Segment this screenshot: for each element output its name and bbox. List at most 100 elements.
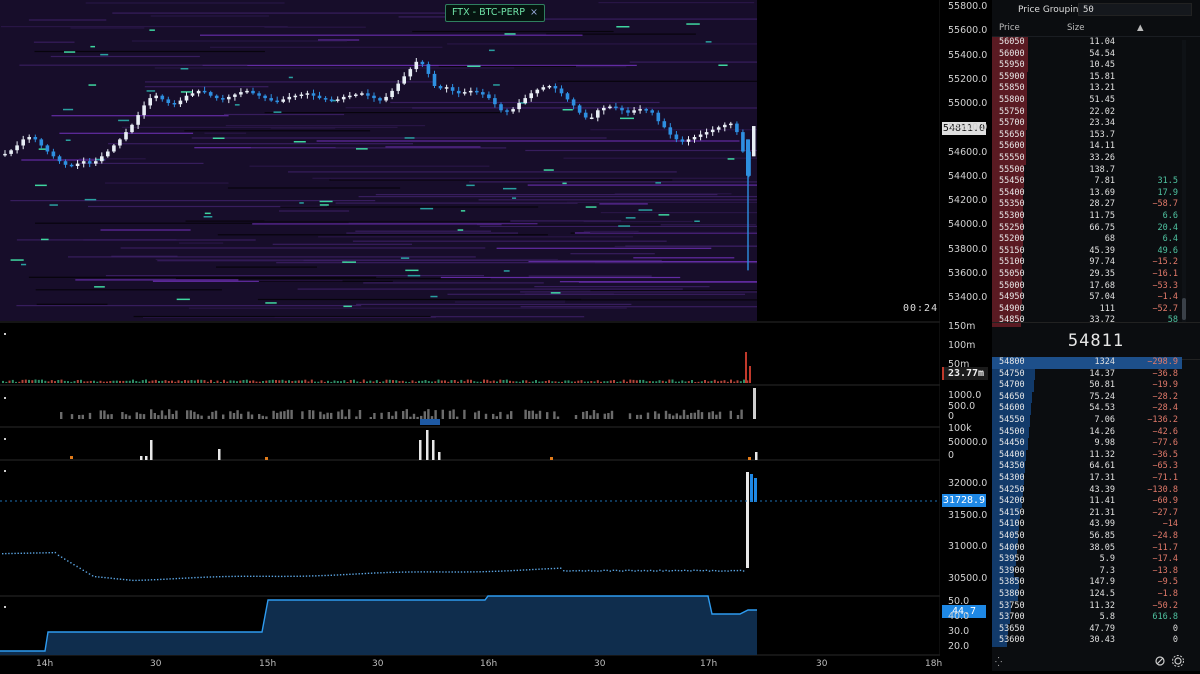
- volume-bar: [661, 380, 664, 383]
- panel4-point: [73, 564, 75, 566]
- panel2-bar: [261, 415, 264, 419]
- bid-delta: −77.6: [1152, 438, 1178, 449]
- volume-bar: [275, 380, 277, 383]
- ask-size: 7.81: [1094, 176, 1115, 187]
- panel4-point: [529, 569, 531, 571]
- ask-row[interactable]: 56000 54.54: [992, 48, 1182, 61]
- ask-row[interactable]: 55600 14.11: [992, 141, 1182, 153]
- liquidity-line: [520, 306, 757, 308]
- ask-row[interactable]: 55200 68 6.4: [992, 234, 1182, 246]
- bid-row[interactable]: 54500 14.26 −42.6: [992, 426, 1182, 439]
- scrollbar-thumb[interactable]: [1182, 298, 1186, 320]
- bid-row[interactable]: 53850 147.9 −9.5: [992, 577, 1182, 589]
- volume-bar: [2, 380, 4, 383]
- volume-bar: [249, 380, 251, 383]
- bid-row[interactable]: 53750 11.32 −50.2: [992, 600, 1182, 613]
- bid-row[interactable]: 54050 56.85 −24.8: [992, 531, 1182, 543]
- bid-row[interactable]: 54000 38.05 −11.7: [992, 542, 1182, 555]
- ask-row[interactable]: 55950 10.45: [992, 60, 1182, 72]
- panel4-point: [501, 570, 503, 572]
- liquidity-line: [185, 220, 511, 222]
- close-icon[interactable]: ×: [530, 7, 538, 18]
- panel5-area-fill: [0, 596, 757, 655]
- ask-row[interactable]: 55150 45.39 49.6: [992, 245, 1182, 258]
- volume-bar: [557, 381, 560, 383]
- ask-delta: 31.5: [1157, 176, 1178, 187]
- ask-row[interactable]: 55500 138.7: [992, 164, 1182, 177]
- bid-row[interactable]: 54200 11.41 −60.9: [992, 496, 1182, 508]
- panel5-tick-label: 20.0: [948, 641, 970, 652]
- candle-body: [75, 163, 80, 166]
- bid-row[interactable]: 54250 43.39 −130.8: [992, 484, 1182, 497]
- volume-bar: [135, 381, 138, 383]
- bid-row[interactable]: 54450 9.98 −77.6: [992, 438, 1182, 450]
- chart-area[interactable]: FTX - BTC-PERP × 00:24: [0, 0, 940, 671]
- bid-row[interactable]: 54750 14.37 −36.8: [992, 368, 1182, 381]
- ask-row[interactable]: 55000 17.68 −53.3: [992, 280, 1182, 293]
- bid-row[interactable]: 54300 17.31 −71.1: [992, 473, 1182, 485]
- ask-row[interactable]: 55450 7.81 31.5: [992, 176, 1182, 188]
- sort-icon[interactable]: ▲: [1137, 23, 1144, 33]
- bid-row[interactable]: 53650 47.79 0: [992, 623, 1182, 636]
- no-icon[interactable]: [1155, 656, 1165, 666]
- panel2-bar: [693, 412, 696, 419]
- panel4-point: [550, 567, 553, 570]
- ask-row[interactable]: 55900 15.81: [992, 71, 1182, 84]
- liquidity-line: [184, 130, 371, 132]
- panel4-point: [377, 572, 379, 574]
- panel4-tick-label: 31000.0: [948, 541, 988, 552]
- bid-row[interactable]: 53600 30.43 0: [992, 635, 1182, 647]
- bid-row[interactable]: 54350 64.61 −65.3: [992, 461, 1182, 473]
- bid-row[interactable]: 54650 75.24 −28.2: [992, 391, 1182, 404]
- candle-body: [596, 110, 600, 118]
- ask-row[interactable]: 54900 111 −52.7: [992, 303, 1182, 316]
- panel2-bar: [427, 409, 430, 419]
- ask-row[interactable]: 55350 28.27 −58.7: [992, 199, 1182, 211]
- ask-row[interactable]: 55650 153.7: [992, 129, 1182, 142]
- orderbook-scrollbar[interactable]: [1182, 40, 1186, 322]
- volume-bar: [418, 380, 420, 383]
- bid-row[interactable]: 53950 5.9 −17.4: [992, 554, 1182, 566]
- volume-bar: [343, 380, 346, 383]
- bid-row[interactable]: 54100 43.99 −14: [992, 519, 1182, 531]
- bid-row[interactable]: 54550 7.06 −136.2: [992, 415, 1182, 427]
- ask-row[interactable]: 55550 33.26: [992, 153, 1182, 165]
- ask-row[interactable]: 55700 23.34: [992, 118, 1182, 130]
- bid-row[interactable]: 53900 7.3 −13.8: [992, 565, 1182, 578]
- col-size[interactable]: Size: [1067, 23, 1084, 33]
- ask-row[interactable]: 55800 51.45: [992, 95, 1182, 107]
- trade-mark: [618, 225, 631, 227]
- ask-size: 14.11: [1089, 141, 1115, 152]
- volume-bar: [366, 381, 368, 383]
- ask-row[interactable]: 55250 66.75 20.4: [992, 222, 1182, 235]
- bid-delta: −27.7: [1152, 507, 1178, 518]
- bid-row[interactable]: 54150 21.31 −27.7: [992, 507, 1182, 520]
- bid-row[interactable]: 54700 50.81 −19.9: [992, 380, 1182, 392]
- ask-row[interactable]: 55050 29.35 −16.1: [992, 269, 1182, 281]
- bid-row[interactable]: 54600 54.53 −28.4: [992, 403, 1182, 415]
- symbol-tab[interactable]: FTX - BTC-PERP ×: [445, 4, 545, 22]
- ask-row[interactable]: 55850 13.21: [992, 83, 1182, 95]
- col-price[interactable]: Price: [999, 23, 1020, 33]
- ask-row[interactable]: 55400 13.69 17.9: [992, 187, 1182, 200]
- ask-row[interactable]: 56050 11.04: [992, 37, 1182, 49]
- ask-row[interactable]: 55100 97.74 −15.2: [992, 257, 1182, 269]
- ask-row[interactable]: 55300 11.75 6.6: [992, 211, 1182, 223]
- resize-icon[interactable]: ⁛: [995, 657, 1002, 668]
- ask-row[interactable]: 55750 22.02: [992, 106, 1182, 119]
- panel3-bar: [70, 456, 73, 459]
- bid-row[interactable]: 54400 11.32 −36.5: [992, 449, 1182, 462]
- bid-row[interactable]: 53700 5.8 616.8: [992, 612, 1182, 624]
- panel4-point: [253, 575, 255, 577]
- ask-row[interactable]: 54950 57.04 −1.4: [992, 292, 1182, 304]
- candle-body: [499, 104, 503, 111]
- candle-body: [577, 105, 582, 113]
- bid-price: 53950: [999, 554, 1025, 565]
- bid-row[interactable]: 54800 1324 −298.9: [992, 357, 1182, 369]
- bid-row[interactable]: 53800 124.5 −1.8: [992, 589, 1182, 601]
- candle-body: [505, 110, 509, 112]
- trade-mark: [489, 49, 495, 52]
- settings-gear-icon[interactable]: [1172, 655, 1184, 667]
- price-grouping-input[interactable]: 50: [1078, 3, 1192, 16]
- chart-canvas[interactable]: [0, 0, 940, 671]
